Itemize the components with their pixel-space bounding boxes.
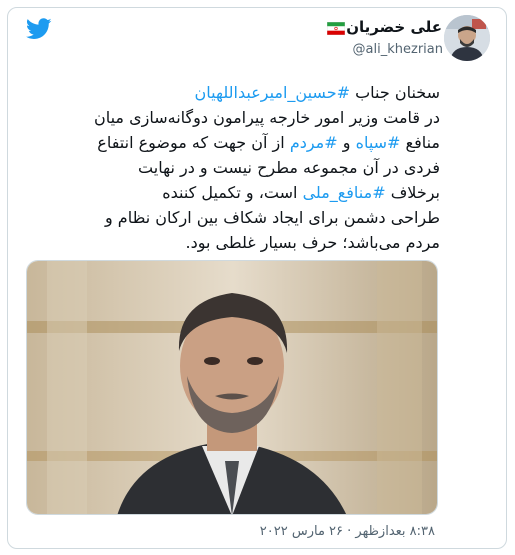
tweet-line: فردی در آن مجموعه مطرح نیست و در نهایت [24, 155, 440, 180]
tweet-timestamp[interactable]: ۸:۳۸ بعدازظهر · ۲۶ مارس ۲۰۲۲ [260, 524, 435, 539]
user-handle[interactable]: @ali_khezrian [353, 42, 443, 57]
text-segment: مردم می‌باشد؛ حرف بسیار غلطی بود. [185, 233, 441, 252]
text-segment: از آن جهت که موضوع انتفاع [97, 133, 290, 152]
text-segment: فردی در آن مجموعه مطرح نیست و در نهایت [138, 158, 440, 177]
display-name[interactable]: علی خضریان [346, 18, 442, 36]
hashtag-link[interactable]: #مردم [290, 133, 338, 152]
tweet-line: منافع #سپاه و #مردم از آن جهت که موضوع ا… [24, 130, 440, 155]
text-segment: منافع [400, 133, 440, 152]
tweet-text: سخنان جناب #حسین_امیرعبداللهیان در قامت … [24, 80, 440, 255]
tweet-line: طراحی دشمن برای ایجاد شکاف بین ارکان نظا… [24, 205, 440, 230]
avatar[interactable] [444, 15, 490, 61]
text-segment: و [337, 133, 356, 152]
text-segment: طراحی دشمن برای ایجاد شکاف بین ارکان نظا… [104, 208, 440, 227]
text-segment: در قامت وزیر امور خارجه پیرامون دوگانه‌س… [93, 108, 440, 127]
tweet-line: سخنان جناب #حسین_امیرعبداللهیان [24, 80, 440, 105]
hashtag-link[interactable]: #حسین_امیرعبداللهیان [195, 83, 350, 102]
tweet-line: برخلاف #منافع_ملی است، و تکمیل کننده [24, 180, 440, 205]
tweet-photo[interactable] [26, 260, 438, 515]
text-segment: سخنان جناب [349, 83, 440, 102]
tweet-line: در قامت وزیر امور خارجه پیرامون دوگانه‌س… [24, 105, 440, 130]
hashtag-link[interactable]: #سپاه [356, 133, 401, 152]
tweet-line: مردم می‌باشد؛ حرف بسیار غلطی بود. [24, 230, 441, 255]
hashtag-link[interactable]: #منافع_ملی [303, 183, 386, 202]
twitter-bird-icon[interactable] [26, 18, 52, 40]
iran-flag-icon [327, 22, 345, 35]
text-segment: برخلاف [385, 183, 440, 202]
text-segment: است، و تکمیل کننده [162, 183, 303, 202]
